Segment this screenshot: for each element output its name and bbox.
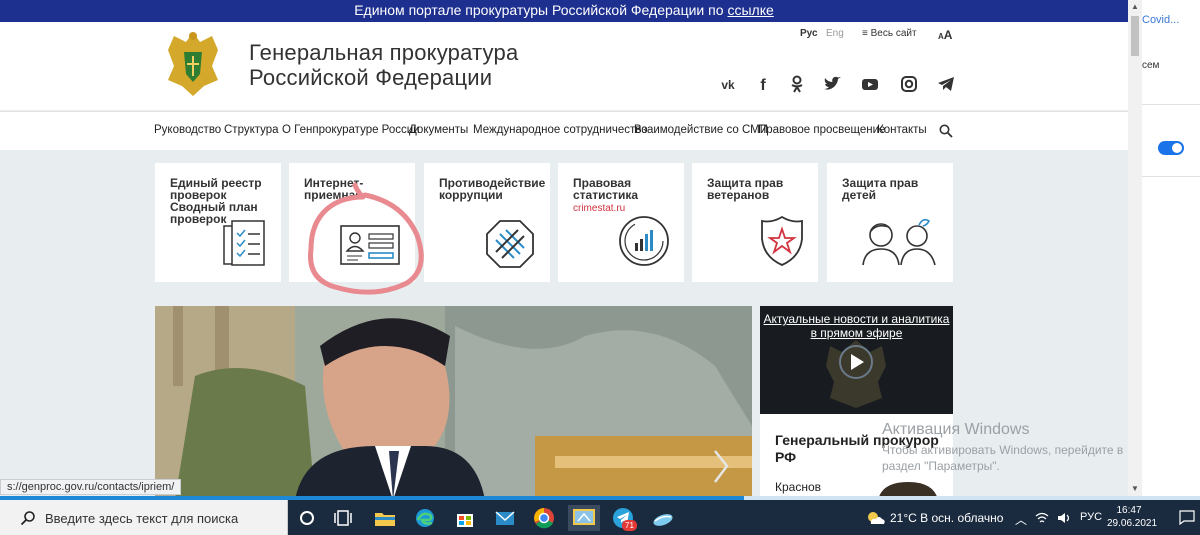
documents-checklist-icon (223, 220, 265, 266)
lang-ru[interactable]: Рус (800, 28, 818, 39)
tile-title: Правовая статистика (573, 176, 639, 202)
app-icon[interactable] (650, 505, 676, 531)
scrollbar-thumb[interactable] (1131, 16, 1139, 56)
play-video-icon[interactable] (816, 332, 896, 412)
hand-drawn-circle-annotation (308, 182, 424, 295)
status-url: s://genproc.gov.ru/contacts/ipriem/ (0, 479, 182, 495)
input-language[interactable]: РУС (1080, 511, 1102, 523)
emblem-logo[interactable] (160, 28, 226, 100)
windows-activation-title: Активация Windows (882, 421, 1030, 438)
tray-chevron-icon[interactable]: ︿ (1015, 511, 1027, 528)
tile-internet-reception[interactable]: Интернет-приемная (289, 163, 424, 295)
telegram-icon[interactable] (936, 74, 956, 94)
lang-en[interactable]: Eng (826, 28, 844, 39)
site-title-line2: Российской Федерации (249, 65, 493, 90)
main-news-slide[interactable] (155, 306, 752, 500)
side-divider (1142, 104, 1200, 105)
search-icon (20, 511, 35, 526)
crimestat-link[interactable]: crimestat.ru (573, 203, 625, 214)
tile-inspections-registry[interactable]: Единый реестр проверок Сводный план пров… (155, 163, 281, 282)
telegram-badge: 71 (622, 520, 637, 531)
tile-anti-corruption[interactable]: Противодействие коррупции (424, 163, 550, 282)
tile-children-rights[interactable]: Защита прав детей (827, 163, 953, 282)
taskbar-clock[interactable]: 16:47 29.06.2021 (1107, 504, 1158, 530)
children-icon (862, 218, 936, 266)
nav-item-international[interactable]: Международное сотрудничество (473, 124, 648, 136)
banner-text: Едином портале прокуратуры Российской Фе… (354, 2, 724, 18)
instagram-icon[interactable] (899, 74, 919, 94)
weather-cloud-icon (868, 512, 885, 524)
nav-item-structure[interactable]: Структура (224, 124, 279, 136)
live-broadcast-block[interactable]: Актуальные новости и аналитика в прямом … (760, 306, 953, 414)
side-toggle[interactable] (1158, 141, 1184, 155)
clock-date: 29.06.2021 (1107, 518, 1158, 529)
nav-item-media[interactable]: Взаимодействие со СМИ (634, 124, 768, 136)
odnoklassniki-icon[interactable] (787, 74, 807, 94)
crossed-money-icon (486, 220, 534, 268)
nav-item-documents[interactable]: Документы (409, 124, 468, 136)
scroll-up-icon[interactable]: ▲ (1131, 2, 1139, 11)
chrome-icon[interactable] (531, 505, 557, 531)
cortana-icon[interactable] (294, 505, 320, 531)
windows-activation-text: Чтобы активировать Windows, перейдите в … (882, 443, 1124, 473)
site-header: Генеральная прокуратура Российской Федер… (0, 22, 1128, 110)
font-size-button[interactable]: AA (938, 28, 952, 42)
star-shield-icon (761, 215, 803, 266)
scroll-down-icon[interactable]: ▼ (1131, 484, 1139, 493)
tile-title: Защита прав ветеранов (707, 176, 784, 202)
windows-taskbar: Введите здесь текст для поиска 71 21°C В… (0, 500, 1200, 535)
nav-item-legal-education[interactable]: Правовое просвещение (758, 124, 885, 136)
tile-title: Защита прав детей (842, 176, 919, 202)
svg-text:vk: vk (721, 78, 735, 92)
network-icon[interactable] (1035, 512, 1049, 524)
tile-title: Противодействие коррупции (439, 176, 546, 202)
tile-veterans-rights[interactable]: Защита прав ветеранов (692, 163, 818, 282)
site-title[interactable]: Генеральная прокуратура Российской Федер… (249, 40, 518, 90)
paint-app-icon[interactable] (568, 505, 600, 531)
taskbar-search[interactable]: Введите здесь текст для поиска (0, 500, 288, 535)
banner-link[interactable]: ссылке (727, 2, 773, 18)
store-icon[interactable] (452, 505, 478, 531)
screen: Едином портале прокуратуры Российской Фе… (0, 0, 1200, 535)
search-icon[interactable] (939, 124, 953, 138)
top-banner: Едином портале прокуратуры Российской Фе… (0, 0, 1128, 22)
vk-icon[interactable]: vk (718, 74, 738, 94)
twitter-icon[interactable] (822, 74, 842, 94)
font-size-label: A (943, 28, 953, 42)
browser-page: Едином портале прокуратуры Российской Фе… (0, 0, 1128, 500)
all-site-menu[interactable]: ≡ Весь сайт (862, 28, 917, 39)
nav-item-contacts[interactable]: Контакты (877, 124, 927, 136)
nav-item-leadership[interactable]: Руководство (154, 124, 221, 136)
side-divider (1142, 176, 1200, 177)
edge-browser-icon[interactable] (412, 505, 438, 531)
youtube-icon[interactable] (860, 74, 880, 94)
side-panel: Covid... сем (1142, 0, 1200, 500)
task-view-icon[interactable] (330, 505, 356, 531)
side-link-covid[interactable]: Covid... (1142, 14, 1179, 26)
notifications-icon[interactable] (1178, 509, 1196, 525)
nav-item-about[interactable]: О Генпрокуратуре России (282, 124, 420, 136)
main-nav: Руководство Структура О Генпрокуратуре Р… (0, 111, 1128, 150)
news-photo-image (155, 306, 752, 500)
statistics-gauge-icon (619, 216, 669, 266)
file-explorer-icon[interactable] (372, 505, 398, 531)
svg-text:f: f (760, 77, 766, 94)
facebook-icon[interactable]: f (753, 74, 773, 94)
page-scrollbar[interactable]: ▲ ▼ (1128, 0, 1142, 500)
mail-icon[interactable] (492, 505, 518, 531)
taskbar-search-placeholder: Введите здесь текст для поиска (45, 511, 239, 526)
tile-legal-statistics[interactable]: Правовая статистика crimestat.ru (558, 163, 684, 282)
weather-text[interactable]: 21°C В осн. облачно (890, 511, 1003, 525)
clock-time: 16:47 (1116, 505, 1142, 516)
side-text: сем (1142, 60, 1160, 71)
volume-icon[interactable] (1057, 512, 1071, 524)
gp-name: Краснов (775, 480, 822, 494)
all-site-label: Весь сайт (870, 28, 917, 39)
site-title-line1: Генеральная прокуратура (249, 40, 519, 65)
menu-icon: ≡ (862, 28, 871, 39)
